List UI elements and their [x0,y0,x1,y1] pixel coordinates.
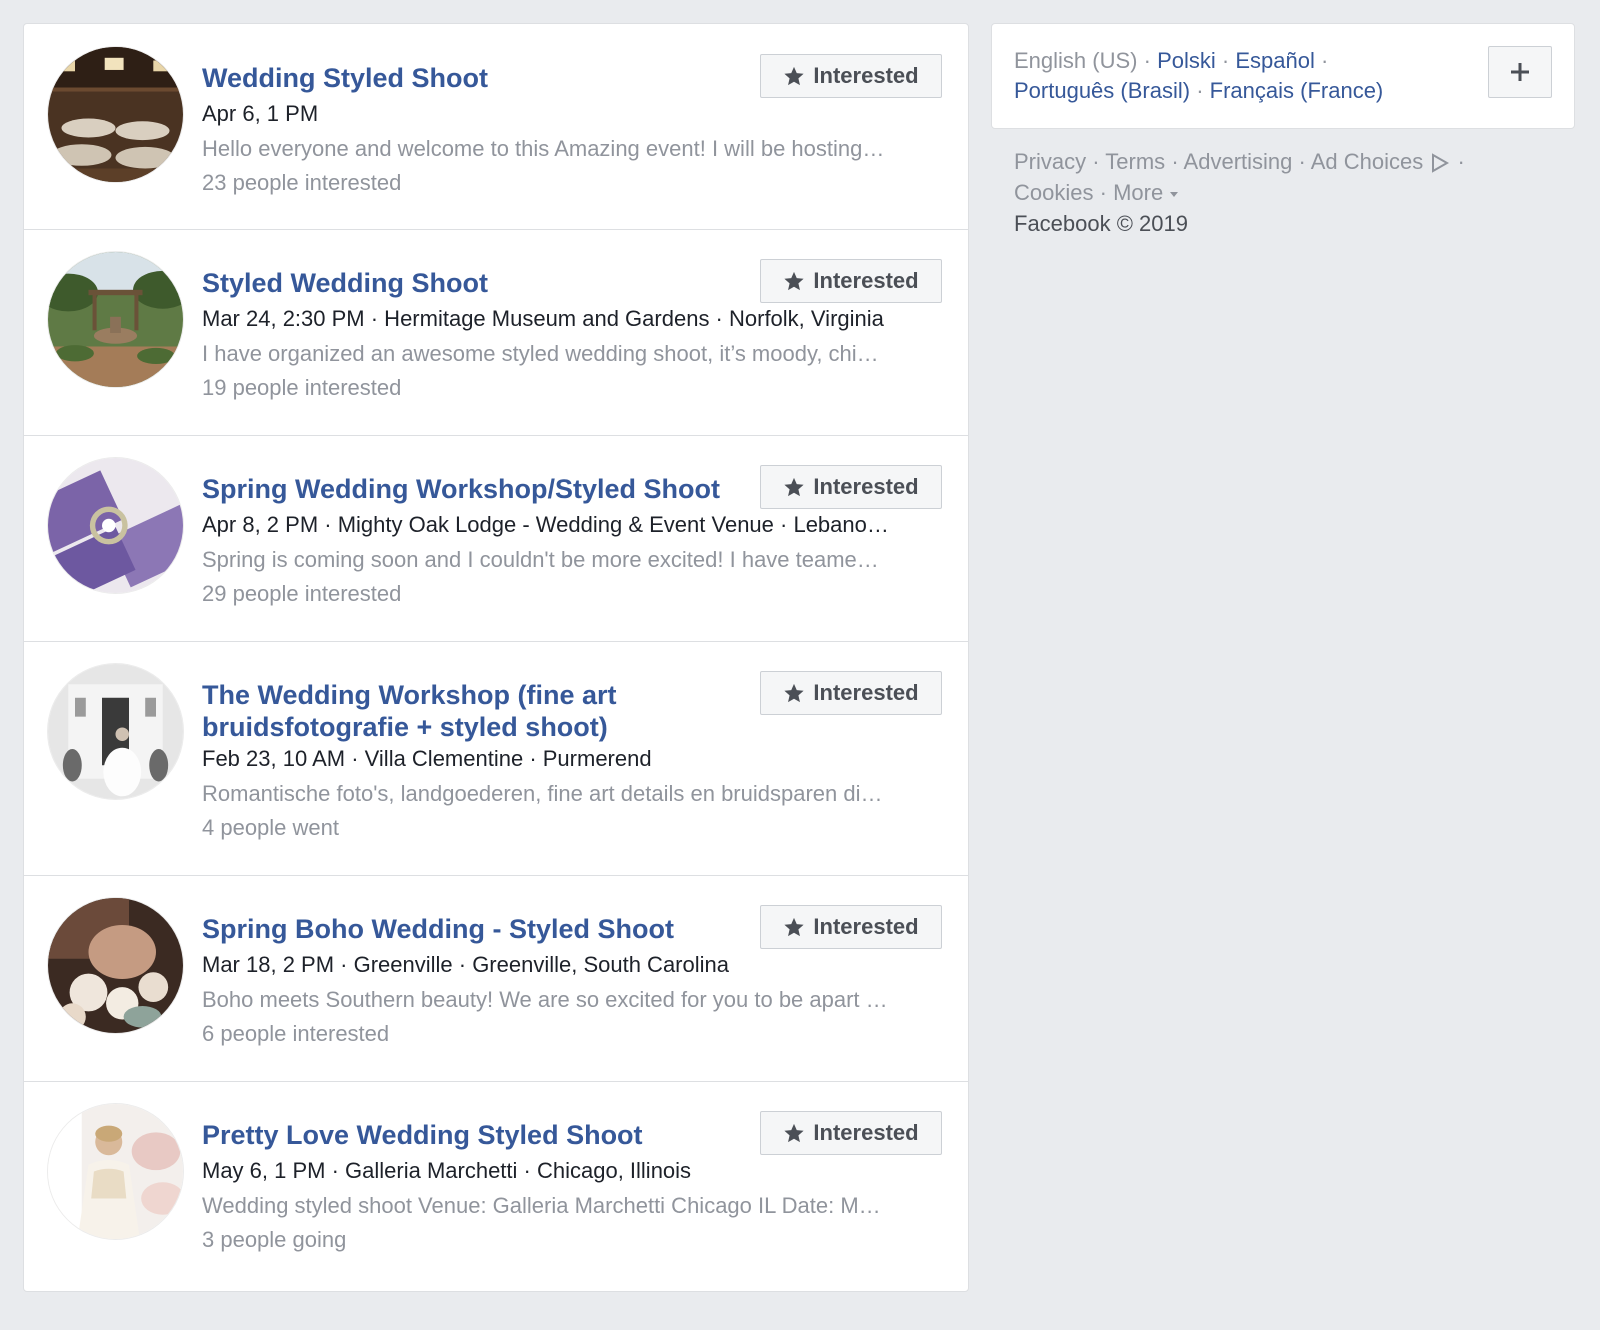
star-icon [784,477,805,497]
cookies-link[interactable]: Cookies [1014,180,1093,205]
footer-links: Privacy · Terms · Advertising · Ad Choic… [1014,146,1465,239]
language-selector-card: English (US) · Polski · Español · Portug… [991,23,1575,129]
event-attendance: 19 people interested [202,375,402,400]
interested-label: Interested [813,268,919,293]
separator: · [1298,149,1306,174]
interested-label: Interested [813,1120,919,1145]
more-label: More [1113,180,1164,205]
event-title[interactable]: Wedding Styled Shoot [202,62,742,94]
terms-link[interactable]: Terms [1105,149,1165,174]
separator: · [1171,149,1179,174]
event-description: Wedding styled shoot Venue: Galleria Mar… [202,1193,881,1218]
interested-button[interactable]: Interested [760,54,942,98]
ad-choices-link[interactable]: Ad Choices [1311,149,1458,174]
star-icon [784,1123,805,1143]
language-link-polski[interactable]: Polski [1157,48,1216,73]
copyright-text: Facebook © 2019 [1014,211,1188,236]
event-attendance: 3 people going [202,1227,347,1252]
advertising-link[interactable]: Advertising [1184,149,1293,174]
event-thumbnail[interactable] [48,252,183,387]
footer-line-1: Privacy · Terms · Advertising · Ad Choic… [1014,146,1465,177]
privacy-link[interactable]: Privacy [1014,149,1086,174]
event-row[interactable]: Styled Wedding Shoot Mar 24, 2:30 PM · H… [24,230,968,436]
event-title[interactable]: Spring Boho Wedding - Styled Shoot [202,913,742,945]
event-row[interactable]: The Wedding Workshop (fine art bruidsfot… [24,642,968,876]
event-description: Hello everyone and welcome to this Amazi… [202,136,885,161]
language-list: English (US) · Polski · Español · Portug… [1014,46,1383,106]
event-date-location: Mar 18, 2 PM · Greenville · Greenville, … [202,952,729,977]
events-list: Wedding Styled Shoot Apr 6, 1 PM Hello e… [23,23,969,1292]
add-language-button[interactable] [1488,46,1552,98]
language-link-francais[interactable]: Français (France) [1210,78,1384,103]
separator: · [1320,48,1329,73]
interested-button[interactable]: Interested [760,1111,942,1155]
event-row[interactable]: Spring Wedding Workshop/Styled Shoot Apr… [24,436,968,642]
more-menu[interactable]: More [1113,180,1179,205]
separator: · [1221,48,1230,73]
interested-button[interactable]: Interested [760,465,942,509]
star-icon [784,66,805,86]
event-description: I have organized an awesome styled weddi… [202,341,879,366]
event-date-location: Apr 6, 1 PM [202,101,319,126]
separator: · [1457,149,1465,174]
event-row[interactable]: Pretty Love Wedding Styled Shoot May 6, … [24,1082,968,1291]
separator: · [1092,149,1100,174]
current-language: English (US) [1014,48,1138,73]
event-thumbnail[interactable] [48,664,183,799]
caret-down-icon [1170,192,1179,198]
event-date-location: Mar 24, 2:30 PM · Hermitage Museum and G… [202,306,884,331]
event-date-location: Apr 8, 2 PM · Mighty Oak Lodge - Wedding… [202,512,889,537]
interested-button[interactable]: Interested [760,259,942,303]
event-attendance: 29 people interested [202,581,402,606]
event-row[interactable]: Wedding Styled Shoot Apr 6, 1 PM Hello e… [24,24,968,230]
separator: · [1143,48,1151,73]
language-link-espanol[interactable]: Español [1235,48,1315,73]
interested-label: Interested [813,63,919,88]
interested-label: Interested [813,474,919,499]
event-date-location: Feb 23, 10 AM · Villa Clementine · Purme… [202,746,652,771]
ad-choices-icon [1432,153,1450,173]
separator: · [1099,180,1107,205]
star-icon [784,917,805,937]
event-title[interactable]: The Wedding Workshop (fine art bruidsfot… [202,679,742,743]
interested-label: Interested [813,680,919,705]
language-link-portugues[interactable]: Português (Brasil) [1014,78,1190,103]
interested-label: Interested [813,914,919,939]
event-title[interactable]: Spring Wedding Workshop/Styled Shoot [202,473,742,505]
separator: · [1196,78,1204,103]
event-thumbnail[interactable] [48,1104,183,1239]
footer-line-2: Cookies · More [1014,177,1465,208]
star-icon [784,683,805,703]
language-line-1: English (US) · Polski · Español · [1014,46,1383,76]
event-attendance: 6 people interested [202,1021,390,1046]
ad-choices-label: Ad Choices [1310,149,1424,174]
language-line-2: Português (Brasil) · Français (France) [1014,76,1383,106]
event-row[interactable]: Spring Boho Wedding - Styled Shoot Mar 1… [24,876,968,1082]
event-thumbnail[interactable] [48,458,183,593]
interested-button[interactable]: Interested [760,905,942,949]
event-thumbnail[interactable] [48,898,183,1033]
event-description: Spring is coming soon and I couldn't be … [202,547,879,572]
event-description: Romantische foto's, landgoederen, fine a… [202,781,883,806]
event-thumbnail[interactable] [48,47,183,182]
plus-icon [1511,63,1529,81]
event-attendance: 4 people went [202,815,339,840]
event-title[interactable]: Pretty Love Wedding Styled Shoot [202,1119,742,1151]
event-title[interactable]: Styled Wedding Shoot [202,267,742,299]
star-icon [784,271,805,291]
event-attendance: 23 people interested [202,170,402,195]
event-date-location: May 6, 1 PM · Galleria Marchetti · Chica… [202,1158,692,1183]
interested-button[interactable]: Interested [760,671,942,715]
event-description: Boho meets Southern beauty! We are so ex… [202,987,888,1012]
